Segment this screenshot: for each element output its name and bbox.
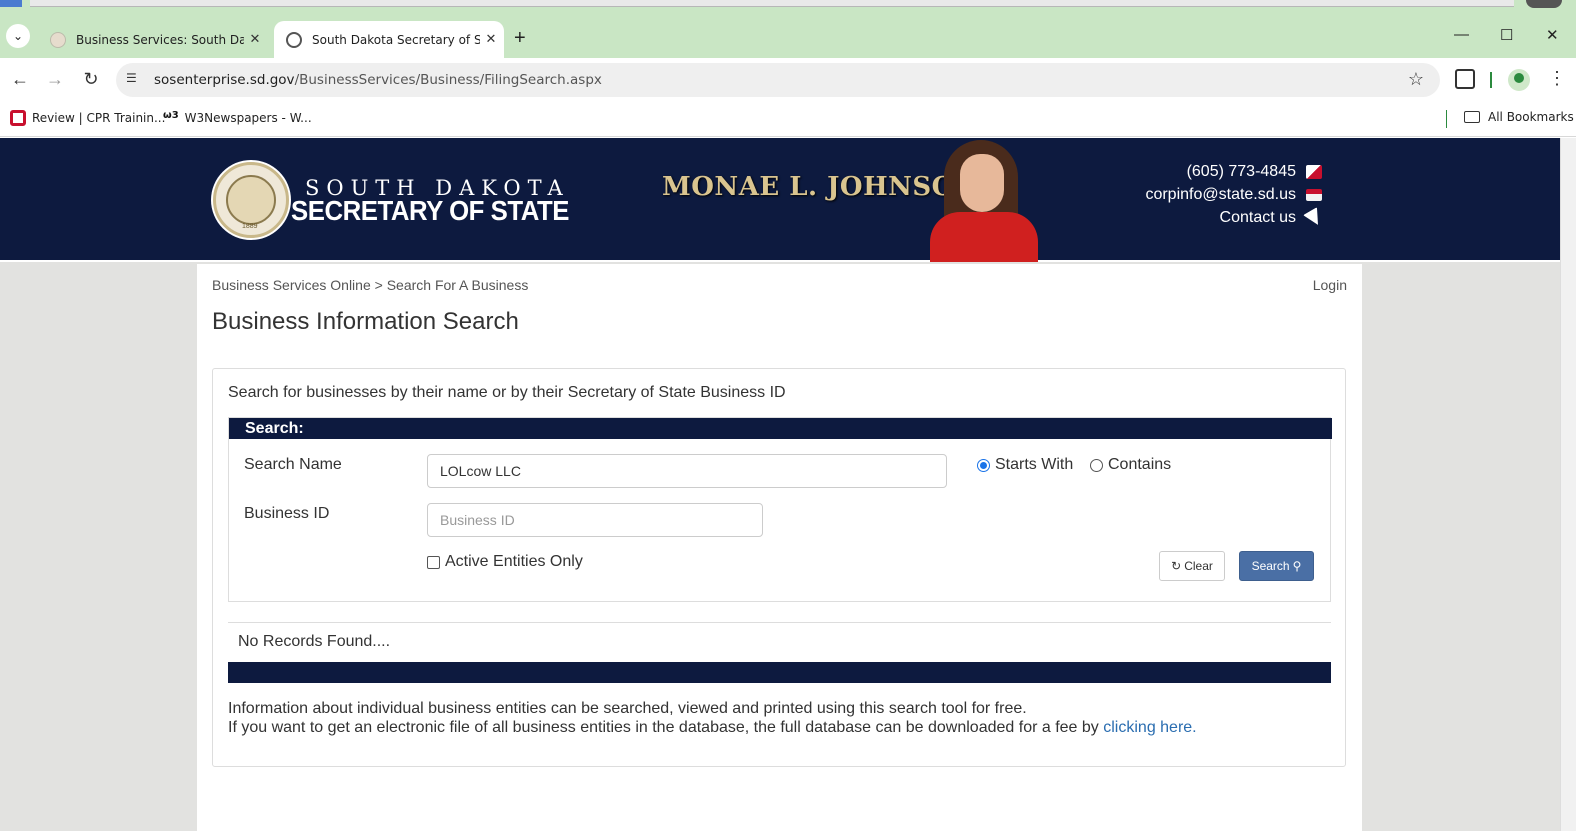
- active-entities-checkbox[interactable]: Active Entities Only: [427, 553, 583, 571]
- tab-secretary-of-state[interactable]: South Dakota Secretary of State ✕: [274, 21, 504, 58]
- taskbar-cap: [0, 0, 22, 7]
- main-content: Business Services Online > Search For A …: [197, 264, 1362, 831]
- bookmarks-divider: [1446, 110, 1447, 128]
- tab-globe-icon: [286, 31, 302, 48]
- search-name-label: Search Name: [244, 456, 342, 473]
- pointer-icon: [1303, 206, 1325, 229]
- navigation-bar: ← → ↻ ☰ sosenterprise.sd.gov/BusinessSer…: [0, 58, 1576, 102]
- page-scrollbar[interactable]: [1560, 138, 1576, 831]
- maximize-icon[interactable]: ☐: [1500, 26, 1513, 44]
- toolbar-divider: [1490, 72, 1492, 88]
- window-behind-bar: [30, 0, 1514, 7]
- phone-link[interactable]: (605) 773-4845: [1187, 163, 1322, 181]
- mail-icon: [1306, 188, 1322, 201]
- extensions-icon[interactable]: [1455, 69, 1475, 89]
- forward-arrow-icon[interactable]: →: [43, 69, 67, 90]
- new-tab-plus-icon[interactable]: +: [514, 27, 526, 50]
- tab-close-icon[interactable]: ✕: [246, 32, 264, 47]
- back-arrow-icon[interactable]: ←: [8, 69, 32, 90]
- refresh-icon: ↻: [1171, 559, 1182, 573]
- bookmarks-bar: Review | CPR Trainin... ω3 W3Newspapers …: [0, 102, 1576, 137]
- business-id-input[interactable]: Business ID: [427, 503, 763, 537]
- search-name-input[interactable]: LOLcow LLC: [427, 454, 947, 488]
- checkbox-icon: [427, 555, 440, 569]
- site-settings-icon[interactable]: ☰: [126, 71, 144, 89]
- info-line2: If you want to get an electronic file of…: [228, 719, 1197, 736]
- official-portrait: [930, 140, 1038, 262]
- login-link[interactable]: Login: [1313, 277, 1347, 293]
- info-line1: Information about individual business en…: [228, 700, 1027, 717]
- tab-title: South Dakota Secretary of State: [312, 32, 480, 47]
- site-header: 1889 SOUTH DAKOTA SECRETARY OF STATE MON…: [0, 138, 1560, 262]
- bookmark-w3newspapers[interactable]: ω3 W3Newspapers - W...: [163, 110, 312, 126]
- business-id-label: Business ID: [244, 505, 330, 522]
- radio-empty-icon: [1090, 458, 1103, 472]
- tab-search-chevron-down-icon[interactable]: ⌄: [6, 24, 30, 48]
- reload-icon[interactable]: ↻: [79, 69, 103, 90]
- phone-icon: [1306, 164, 1322, 179]
- bookmark-star-icon[interactable]: ☆: [1408, 69, 1424, 90]
- tab-bar: ⌄ Business Services: South Dakota ✕ Sout…: [0, 16, 1576, 58]
- radio-selected-icon: [977, 458, 990, 472]
- search-intro: Search for businesses by their name or b…: [228, 384, 786, 401]
- tab-close-icon[interactable]: ✕: [482, 32, 500, 47]
- tab-business-services[interactable]: Business Services: South Dakota ✕: [38, 21, 268, 58]
- bookmark-cpr[interactable]: Review | CPR Trainin...: [10, 110, 165, 126]
- contact-us-link[interactable]: Contact us: [1220, 206, 1325, 229]
- menu-kebab-icon[interactable]: ⋮: [1548, 68, 1566, 89]
- download-link[interactable]: clicking here.: [1103, 719, 1196, 736]
- folder-icon: [1464, 111, 1480, 123]
- breadcrumb[interactable]: Business Services Online > Search For A …: [212, 277, 528, 293]
- url-text[interactable]: sosenterprise.sd.gov/BusinessServices/Bu…: [154, 72, 602, 88]
- tab-title: Business Services: South Dakota: [76, 32, 244, 47]
- all-bookmarks[interactable]: All Bookmarks: [1464, 110, 1574, 124]
- window-top-strip: [0, 0, 1576, 16]
- address-bar[interactable]: ☰ sosenterprise.sd.gov/BusinessServices/…: [116, 63, 1440, 97]
- radio-contains[interactable]: Contains: [1090, 456, 1171, 474]
- info-text: Information about individual business en…: [228, 699, 1197, 737]
- profile-avatar-icon[interactable]: [1508, 69, 1530, 91]
- radio-starts-with[interactable]: Starts With: [977, 456, 1073, 474]
- email-link[interactable]: corpinfo@state.sd.us: [1145, 186, 1322, 204]
- magnifier-icon: ⚲: [1292, 559, 1302, 573]
- search-header: Search:: [229, 418, 1332, 439]
- window-close-icon[interactable]: ✕: [1546, 26, 1559, 44]
- sos-line2: SECRETARY OF STATE: [291, 195, 569, 226]
- state-seal-logo: 1889: [213, 162, 289, 238]
- w3-favicon-icon: ω3: [163, 110, 179, 121]
- results-divider: [228, 622, 1331, 623]
- no-records-message: No Records Found....: [238, 633, 391, 650]
- page-title: Business Information Search: [212, 308, 519, 335]
- search-panel: Search for businesses by their name or b…: [212, 368, 1346, 767]
- search-form: Search: Search Name LOLcow LLC Starts Wi…: [228, 417, 1332, 602]
- clear-button[interactable]: ↻ Clear: [1159, 551, 1225, 581]
- cpr-favicon-icon: [10, 110, 26, 126]
- tab-favicon-icon: [50, 31, 66, 48]
- search-button[interactable]: Search ⚲: [1239, 551, 1314, 581]
- web-page: 1889 SOUTH DAKOTA SECRETARY OF STATE MON…: [0, 138, 1576, 831]
- window-behind-control: [1526, 0, 1562, 8]
- minimize-icon[interactable]: —: [1454, 26, 1469, 43]
- results-footer-bar: [228, 662, 1331, 683]
